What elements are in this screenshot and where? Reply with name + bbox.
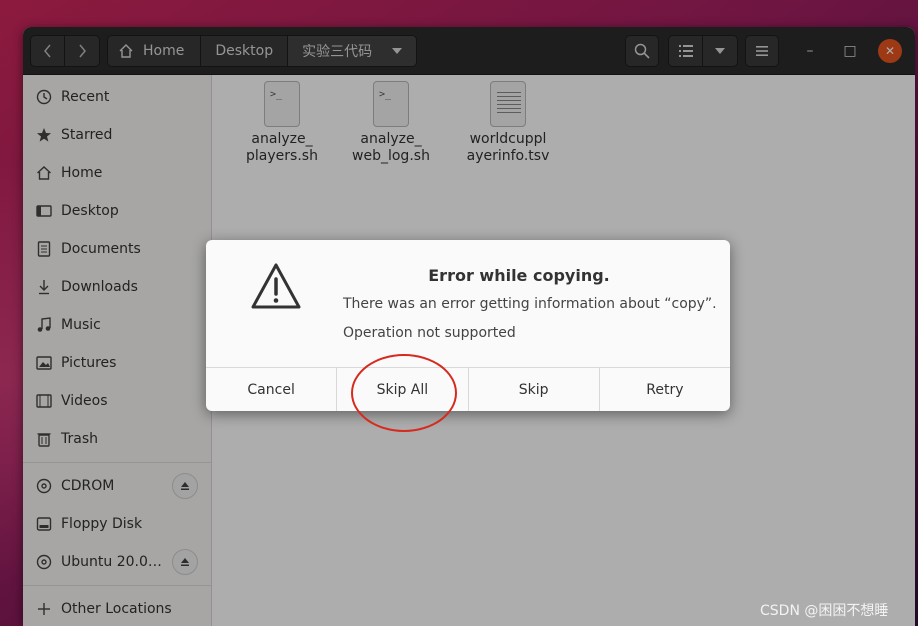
error-dialog: Error while copying. There was an error … <box>206 240 730 411</box>
dialog-title: Error while copying. <box>428 266 610 285</box>
watermark: CSDN @困困不想睡 <box>760 603 889 619</box>
cancel-button[interactable]: Cancel <box>206 368 338 411</box>
retry-button[interactable]: Retry <box>600 368 730 411</box>
dialog-actions: Cancel Skip All Skip Retry <box>206 367 730 411</box>
annotation-circle <box>351 354 457 432</box>
warning-icon <box>250 262 302 314</box>
skip-button[interactable]: Skip <box>469 368 600 411</box>
dialog-detail: Operation not supported <box>343 325 516 341</box>
dialog-message: There was an error getting information a… <box>343 296 717 312</box>
